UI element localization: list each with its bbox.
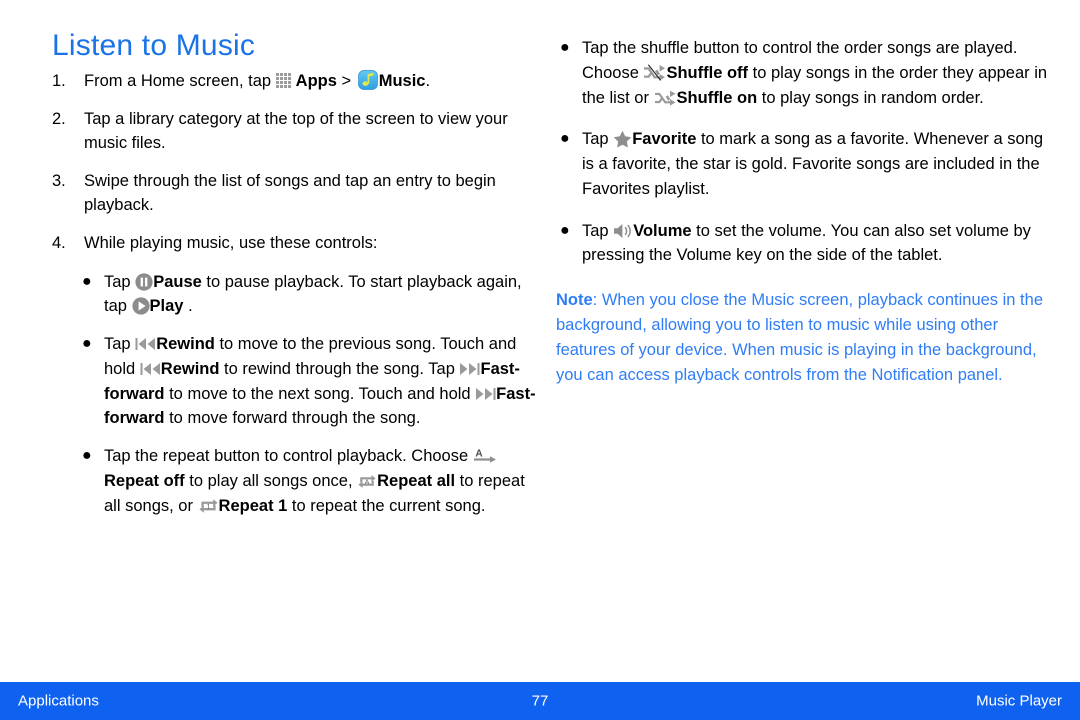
step-text-fragment: > xyxy=(336,72,356,90)
step-text: Swipe through the list of songs and tap … xyxy=(84,171,496,214)
shuffle-off-label: Shuffle off xyxy=(666,63,749,82)
footer-topic-label: Music Player xyxy=(976,692,1062,710)
step-text: While playing music, use these controls: xyxy=(84,233,378,252)
step-text-fragment: . xyxy=(425,72,431,90)
rewind-label: Rewind xyxy=(160,359,220,378)
rewind-icon xyxy=(135,337,156,351)
pause-label: Pause xyxy=(153,272,202,291)
footer-page-number: 77 xyxy=(531,692,549,710)
step-text-fragment: From a Home screen, tap xyxy=(84,72,276,90)
bullet-volume: ● Tap Volume to set the volume. You can … xyxy=(556,219,1056,269)
step-number: 2. xyxy=(52,109,66,128)
repeat-all-icon: A xyxy=(357,473,377,490)
repeat-off-label: Repeat off xyxy=(104,471,185,490)
bullet-text: Tap Rewind to move to the previous song.… xyxy=(104,335,536,427)
text-fragment: to rewind through the song. Tap xyxy=(219,359,460,378)
bullet-text: Tap the repeat button to control playbac… xyxy=(104,447,525,515)
step-text: Tap a library category at the top of the… xyxy=(84,109,508,152)
shuffle-on-icon xyxy=(654,90,677,106)
bullet-pause-play: ● Tap Pause to pause playback. To start … xyxy=(78,270,542,320)
note-label: Note xyxy=(556,291,593,309)
step-item-3: 3. Swipe through the list of songs and t… xyxy=(52,170,542,218)
bullet-glyph: ● xyxy=(560,130,570,148)
apps-icon xyxy=(275,72,295,89)
repeat-all-label: Repeat all xyxy=(377,471,456,490)
rewind-label: Rewind xyxy=(156,335,215,354)
text-fragment: to move forward through the song. xyxy=(164,409,421,428)
svg-text:A: A xyxy=(365,477,370,486)
fast-forward-icon xyxy=(459,362,480,376)
bullet-text: Tap Favorite to mark a song as a favorit… xyxy=(582,130,1043,198)
volume-label: Volume xyxy=(633,221,692,240)
text-fragment: Tap the repeat button to control playbac… xyxy=(104,447,473,466)
bullet-text: Tap the shuffle button to control the or… xyxy=(582,39,1047,107)
bullet-shuffle: ● Tap the shuffle button to control the … xyxy=(556,36,1056,110)
repeat-off-icon: A xyxy=(473,447,497,465)
text-fragment: to play songs in random order. xyxy=(757,88,984,107)
left-controls-bullet-list: ● Tap Pause to pause playback. To start … xyxy=(78,270,542,519)
repeat-1-icon: 1 xyxy=(198,497,219,515)
play-label: Play xyxy=(149,297,184,316)
svg-text:1: 1 xyxy=(206,502,210,511)
step-number: 3. xyxy=(52,171,66,190)
step-item-1: 1. From a Home screen, tap Apps > Music. xyxy=(52,70,542,94)
bullet-glyph: ● xyxy=(560,39,570,56)
text-fragment: to move to the next song. Touch and hold xyxy=(164,384,476,403)
apps-label: Apps xyxy=(295,72,337,90)
step-number: 4. xyxy=(52,233,66,252)
text-fragment: Tap xyxy=(104,272,136,291)
favorite-label: Favorite xyxy=(632,130,697,149)
star-icon xyxy=(613,130,632,148)
bullet-text: Tap Volume to set the volume. You can al… xyxy=(582,222,1031,265)
music-icon xyxy=(357,70,378,90)
bullet-rewind-fastforward: ● Tap Rewind to move to the previous son… xyxy=(78,332,542,431)
text-fragment: Tap xyxy=(582,130,614,149)
fast-forward-icon xyxy=(475,387,496,401)
bullet-favorite: ● Tap Favorite to mark a song as a favor… xyxy=(556,127,1056,201)
document-page: Listen to Music 1. From a Home screen, t… xyxy=(0,0,1080,720)
pause-icon xyxy=(135,272,153,291)
text-fragment: to repeat the current song. xyxy=(287,496,486,515)
bullet-glyph: ● xyxy=(82,447,92,465)
numbered-steps-list: 1. From a Home screen, tap Apps > Music.… xyxy=(52,70,542,256)
step-number: 1. xyxy=(52,72,66,90)
text-fragment: Tap xyxy=(104,335,136,354)
svg-text:A: A xyxy=(475,449,482,460)
shuffle-on-label: Shuffle on xyxy=(676,88,758,107)
step-item-2: 2. Tap a library category at the top of … xyxy=(52,108,542,156)
text-fragment: . xyxy=(183,297,193,316)
bullet-glyph: ● xyxy=(82,272,92,290)
music-label: Music xyxy=(378,72,426,90)
rewind-icon xyxy=(140,362,161,376)
shuffle-off-icon xyxy=(643,64,666,81)
bullet-glyph: ● xyxy=(82,335,92,353)
step-item-4: 4. While playing music, use these contro… xyxy=(52,232,542,256)
right-column: ● Tap the shuffle button to control the … xyxy=(556,36,1056,388)
play-icon xyxy=(131,297,150,315)
bullet-repeat: ● Tap the repeat button to control playb… xyxy=(78,444,542,518)
note-block: Note: When you close the Music screen, p… xyxy=(556,288,1056,388)
step-text: From a Home screen, tap Apps > Music. xyxy=(84,70,431,90)
page-title: Listen to Music xyxy=(52,29,256,62)
text-fragment: to play all songs once, xyxy=(184,471,358,490)
repeat-1-label: Repeat 1 xyxy=(218,496,288,515)
left-column: Listen to Music 1. From a Home screen, t… xyxy=(52,28,542,531)
note-body: : When you close the Music screen, playb… xyxy=(556,291,1043,385)
bullet-glyph: ● xyxy=(560,221,570,239)
page-footer: Applications 77 Music Player xyxy=(0,682,1080,720)
text-fragment: Tap xyxy=(582,221,614,240)
right-controls-bullet-list: ● Tap the shuffle button to control the … xyxy=(556,36,1056,268)
volume-icon xyxy=(613,223,633,239)
bullet-text: Tap Pause to pause playback. To start pl… xyxy=(104,273,522,316)
